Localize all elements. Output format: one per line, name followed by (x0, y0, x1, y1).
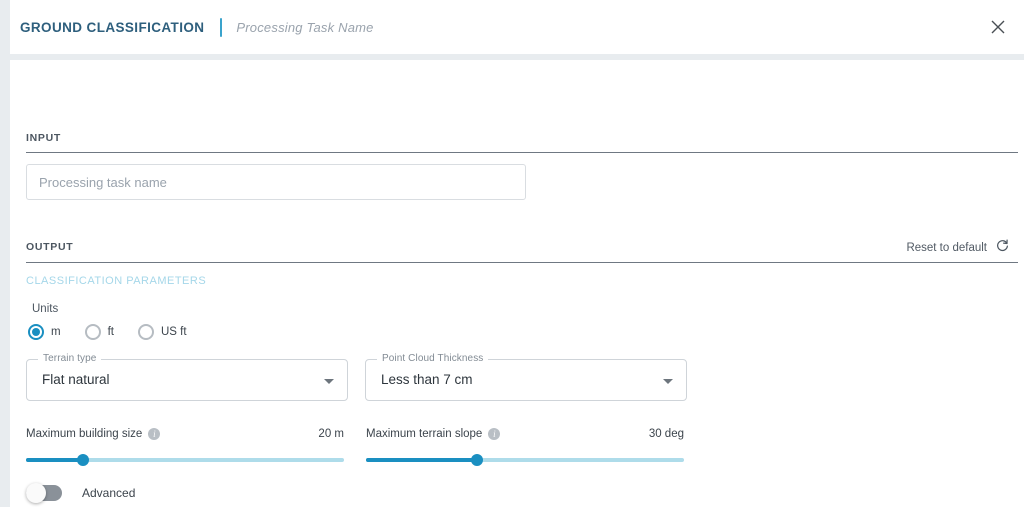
advanced-toggle[interactable] (26, 483, 62, 503)
radio-label: ft (107, 326, 114, 338)
radio-icon (28, 324, 44, 340)
slider-fill (366, 458, 478, 462)
radio-units-us-ft[interactable]: US ft (137, 324, 187, 340)
input-section-label: INPUT (26, 132, 61, 144)
title-divider (220, 17, 223, 37)
slider-thumb[interactable] (77, 454, 90, 466)
terrain-type-legend: Terrain type (38, 353, 102, 364)
task-name-input[interactable] (26, 164, 526, 200)
output-section-label: OUTPUT (26, 241, 74, 253)
toggle-knob (26, 483, 46, 503)
classification-parameters-heading: CLASSIFICATION PARAMETERS (26, 275, 207, 287)
radio-units-m[interactable]: m (28, 324, 61, 340)
info-icon[interactable]: i (488, 428, 501, 440)
slider-header: Maximum building size i 20 m (26, 426, 344, 442)
slider-fill (26, 458, 84, 462)
dialog-body: INPUT OUTPUT Reset to default CLASSIFICA… (10, 60, 1024, 507)
point-cloud-thickness-select[interactable]: Point Cloud Thickness Less than 7 cm (365, 353, 687, 401)
radio-label: m (51, 326, 61, 338)
maximum-building-size-slider-block: Maximum building size i 20 m (26, 426, 344, 466)
left-gutter (0, 0, 10, 507)
terrain-type-value: Flat natural (42, 372, 110, 387)
slider-thumb[interactable] (471, 454, 484, 466)
advanced-row: Advanced (26, 483, 136, 503)
advanced-label: Advanced (82, 486, 136, 500)
chevron-down-icon (324, 379, 334, 384)
units-radio-group: m ft US ft (28, 324, 211, 340)
point-cloud-thickness-value: Less than 7 cm (381, 372, 473, 387)
page-title: GROUND CLASSIFICATION (20, 19, 205, 35)
slider-value: 30 deg (648, 428, 684, 440)
slider-header: Maximum terrain slope i 30 deg (366, 426, 684, 442)
output-section-rule (26, 262, 1018, 263)
maximum-building-size-slider[interactable] (26, 454, 344, 466)
maximum-terrain-slope-slider-block: Maximum terrain slope i 30 deg (366, 426, 684, 466)
refresh-icon (995, 238, 1010, 258)
reset-to-default-button[interactable]: Reset to default (906, 238, 1010, 258)
maximum-terrain-slope-slider[interactable] (366, 454, 684, 466)
ground-classification-dialog: GROUND CLASSIFICATION Processing Task Na… (0, 0, 1024, 507)
radio-icon (137, 324, 154, 340)
header-subtitle: Processing Task Name (236, 19, 374, 35)
radio-units-ft[interactable]: ft (84, 324, 114, 340)
info-icon[interactable]: i (148, 428, 161, 440)
slider-label: Maximum terrain slope (366, 428, 483, 440)
units-label: Units (32, 303, 59, 315)
reset-to-default-label: Reset to default (906, 242, 987, 254)
slider-label: Maximum building size (26, 428, 143, 440)
point-cloud-thickness-legend: Point Cloud Thickness (377, 353, 489, 364)
close-button[interactable] (984, 13, 1012, 41)
slider-value: 20 m (318, 428, 344, 440)
input-section-rule (26, 152, 1018, 153)
radio-icon (84, 324, 101, 340)
chevron-down-icon (663, 379, 673, 384)
dialog-header: GROUND CLASSIFICATION Processing Task Na… (10, 0, 1024, 54)
terrain-type-select[interactable]: Terrain type Flat natural (26, 353, 348, 401)
radio-label: US ft (160, 326, 187, 338)
close-icon (991, 20, 1005, 34)
